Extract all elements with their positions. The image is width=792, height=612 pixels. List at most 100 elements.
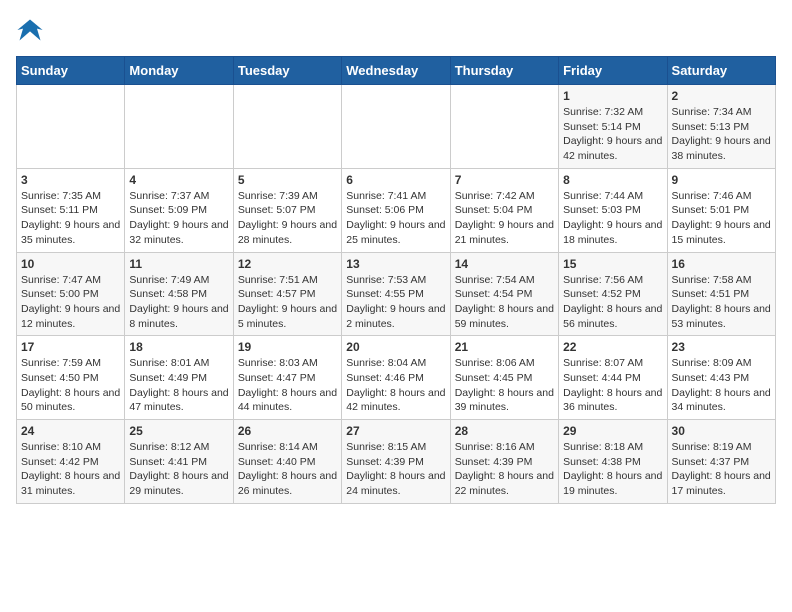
calendar-cell: 24 Sunrise: 8:10 AM Sunset: 4:42 PM Dayli… xyxy=(17,420,125,504)
calendar-cell: 10 Sunrise: 7:47 AM Sunset: 5:00 PM Dayli… xyxy=(17,252,125,336)
day-info: Sunrise: 7:47 AM Sunset: 5:00 PM Dayligh… xyxy=(21,273,120,332)
day-number: 2 xyxy=(672,89,771,103)
calendar-cell: 8 Sunrise: 7:44 AM Sunset: 5:03 PM Daylig… xyxy=(559,168,667,252)
day-number: 15 xyxy=(563,257,662,271)
day-number: 14 xyxy=(455,257,554,271)
week-row-5: 24 Sunrise: 8:10 AM Sunset: 4:42 PM Dayli… xyxy=(17,420,776,504)
day-info: Sunrise: 7:39 AM Sunset: 5:07 PM Dayligh… xyxy=(238,189,337,248)
day-info: Sunrise: 8:14 AM Sunset: 4:40 PM Dayligh… xyxy=(238,440,337,499)
calendar-cell xyxy=(17,85,125,169)
days-of-week-row: SundayMondayTuesdayWednesdayThursdayFrid… xyxy=(17,57,776,85)
day-number: 29 xyxy=(563,424,662,438)
day-info: Sunrise: 8:01 AM Sunset: 4:49 PM Dayligh… xyxy=(129,356,228,415)
week-row-2: 3 Sunrise: 7:35 AM Sunset: 5:11 PM Daylig… xyxy=(17,168,776,252)
day-number: 8 xyxy=(563,173,662,187)
day-number: 1 xyxy=(563,89,662,103)
day-info: Sunrise: 7:34 AM Sunset: 5:13 PM Dayligh… xyxy=(672,105,771,164)
calendar-cell: 5 Sunrise: 7:39 AM Sunset: 5:07 PM Daylig… xyxy=(233,168,341,252)
day-info: Sunrise: 7:44 AM Sunset: 5:03 PM Dayligh… xyxy=(563,189,662,248)
day-info: Sunrise: 7:56 AM Sunset: 4:52 PM Dayligh… xyxy=(563,273,662,332)
day-number: 22 xyxy=(563,340,662,354)
day-info: Sunrise: 7:32 AM Sunset: 5:14 PM Dayligh… xyxy=(563,105,662,164)
day-info: Sunrise: 8:03 AM Sunset: 4:47 PM Dayligh… xyxy=(238,356,337,415)
day-number: 13 xyxy=(346,257,445,271)
day-info: Sunrise: 8:15 AM Sunset: 4:39 PM Dayligh… xyxy=(346,440,445,499)
day-number: 25 xyxy=(129,424,228,438)
day-info: Sunrise: 7:54 AM Sunset: 4:54 PM Dayligh… xyxy=(455,273,554,332)
day-info: Sunrise: 8:18 AM Sunset: 4:38 PM Dayligh… xyxy=(563,440,662,499)
day-number: 17 xyxy=(21,340,120,354)
day-number: 16 xyxy=(672,257,771,271)
day-number: 18 xyxy=(129,340,228,354)
calendar-cell: 23 Sunrise: 8:09 AM Sunset: 4:43 PM Dayli… xyxy=(667,336,775,420)
calendar-cell: 29 Sunrise: 8:18 AM Sunset: 4:38 PM Dayli… xyxy=(559,420,667,504)
calendar-cell: 16 Sunrise: 7:58 AM Sunset: 4:51 PM Dayli… xyxy=(667,252,775,336)
day-info: Sunrise: 8:04 AM Sunset: 4:46 PM Dayligh… xyxy=(346,356,445,415)
day-info: Sunrise: 8:06 AM Sunset: 4:45 PM Dayligh… xyxy=(455,356,554,415)
calendar-cell: 26Sunrise: 8:14 AM Sunset: 4:40 PM Dayli… xyxy=(233,420,341,504)
day-number: 12 xyxy=(238,257,337,271)
calendar-cell xyxy=(450,85,558,169)
calendar-cell: 27 Sunrise: 8:15 AM Sunset: 4:39 PM Dayli… xyxy=(342,420,450,504)
day-info: Sunrise: 7:46 AM Sunset: 5:01 PM Dayligh… xyxy=(672,189,771,248)
day-number: 3 xyxy=(21,173,120,187)
day-number: 4 xyxy=(129,173,228,187)
day-info: Sunrise: 8:12 AM Sunset: 4:41 PM Dayligh… xyxy=(129,440,228,499)
calendar-cell: 19 Sunrise: 8:03 AM Sunset: 4:47 PM Dayli… xyxy=(233,336,341,420)
calendar-cell: 30Sunrise: 8:19 AM Sunset: 4:37 PM Dayli… xyxy=(667,420,775,504)
day-info: Sunrise: 7:53 AM Sunset: 4:55 PM Dayligh… xyxy=(346,273,445,332)
day-number: 24 xyxy=(21,424,120,438)
col-header-saturday: Saturday xyxy=(667,57,775,85)
day-info: Sunrise: 7:51 AM Sunset: 4:57 PM Dayligh… xyxy=(238,273,337,332)
calendar-cell: 6Sunrise: 7:41 AM Sunset: 5:06 PM Daylig… xyxy=(342,168,450,252)
week-row-4: 17Sunrise: 7:59 AM Sunset: 4:50 PM Dayli… xyxy=(17,336,776,420)
day-info: Sunrise: 8:09 AM Sunset: 4:43 PM Dayligh… xyxy=(672,356,771,415)
calendar-cell: 3 Sunrise: 7:35 AM Sunset: 5:11 PM Daylig… xyxy=(17,168,125,252)
day-number: 7 xyxy=(455,173,554,187)
calendar-cell xyxy=(342,85,450,169)
day-number: 27 xyxy=(346,424,445,438)
calendar-cell: 17Sunrise: 7:59 AM Sunset: 4:50 PM Dayli… xyxy=(17,336,125,420)
calendar-cell: 2 Sunrise: 7:34 AM Sunset: 5:13 PM Daylig… xyxy=(667,85,775,169)
calendar-cell: 18 Sunrise: 8:01 AM Sunset: 4:49 PM Dayli… xyxy=(125,336,233,420)
calendar-cell: 14 Sunrise: 7:54 AM Sunset: 4:54 PM Dayli… xyxy=(450,252,558,336)
day-info: Sunrise: 7:35 AM Sunset: 5:11 PM Dayligh… xyxy=(21,189,120,248)
day-info: Sunrise: 8:10 AM Sunset: 4:42 PM Dayligh… xyxy=(21,440,120,499)
day-number: 20 xyxy=(346,340,445,354)
logo xyxy=(16,16,48,44)
calendar-cell: 21 Sunrise: 8:06 AM Sunset: 4:45 PM Dayli… xyxy=(450,336,558,420)
day-number: 6 xyxy=(346,173,445,187)
logo-bird-icon xyxy=(16,16,44,44)
calendar-table: SundayMondayTuesdayWednesdayThursdayFrid… xyxy=(16,56,776,504)
page-header xyxy=(16,16,776,44)
calendar-cell: 7 Sunrise: 7:42 AM Sunset: 5:04 PM Daylig… xyxy=(450,168,558,252)
col-header-monday: Monday xyxy=(125,57,233,85)
col-header-sunday: Sunday xyxy=(17,57,125,85)
col-header-wednesday: Wednesday xyxy=(342,57,450,85)
day-number: 21 xyxy=(455,340,554,354)
calendar-cell: 15 Sunrise: 7:56 AM Sunset: 4:52 PM Dayli… xyxy=(559,252,667,336)
day-info: Sunrise: 7:49 AM Sunset: 4:58 PM Dayligh… xyxy=(129,273,228,332)
day-number: 5 xyxy=(238,173,337,187)
day-info: Sunrise: 7:58 AM Sunset: 4:51 PM Dayligh… xyxy=(672,273,771,332)
calendar-cell: 11 Sunrise: 7:49 AM Sunset: 4:58 PM Dayli… xyxy=(125,252,233,336)
col-header-friday: Friday xyxy=(559,57,667,85)
calendar-cell: 20 Sunrise: 8:04 AM Sunset: 4:46 PM Dayli… xyxy=(342,336,450,420)
day-info: Sunrise: 8:19 AM Sunset: 4:37 PM Dayligh… xyxy=(672,440,771,499)
calendar-cell: 28Sunrise: 8:16 AM Sunset: 4:39 PM Dayli… xyxy=(450,420,558,504)
col-header-thursday: Thursday xyxy=(450,57,558,85)
day-number: 10 xyxy=(21,257,120,271)
day-number: 23 xyxy=(672,340,771,354)
day-info: Sunrise: 7:42 AM Sunset: 5:04 PM Dayligh… xyxy=(455,189,554,248)
day-info: Sunrise: 8:16 AM Sunset: 4:39 PM Dayligh… xyxy=(455,440,554,499)
col-header-tuesday: Tuesday xyxy=(233,57,341,85)
calendar-cell: 13 Sunrise: 7:53 AM Sunset: 4:55 PM Dayli… xyxy=(342,252,450,336)
calendar-cell: 25 Sunrise: 8:12 AM Sunset: 4:41 PM Dayli… xyxy=(125,420,233,504)
day-info: Sunrise: 8:07 AM Sunset: 4:44 PM Dayligh… xyxy=(563,356,662,415)
day-number: 19 xyxy=(238,340,337,354)
day-number: 11 xyxy=(129,257,228,271)
week-row-1: 1 Sunrise: 7:32 AM Sunset: 5:14 PM Daylig… xyxy=(17,85,776,169)
calendar-cell: 1 Sunrise: 7:32 AM Sunset: 5:14 PM Daylig… xyxy=(559,85,667,169)
calendar-cell: 4Sunrise: 7:37 AM Sunset: 5:09 PM Daylig… xyxy=(125,168,233,252)
day-number: 9 xyxy=(672,173,771,187)
